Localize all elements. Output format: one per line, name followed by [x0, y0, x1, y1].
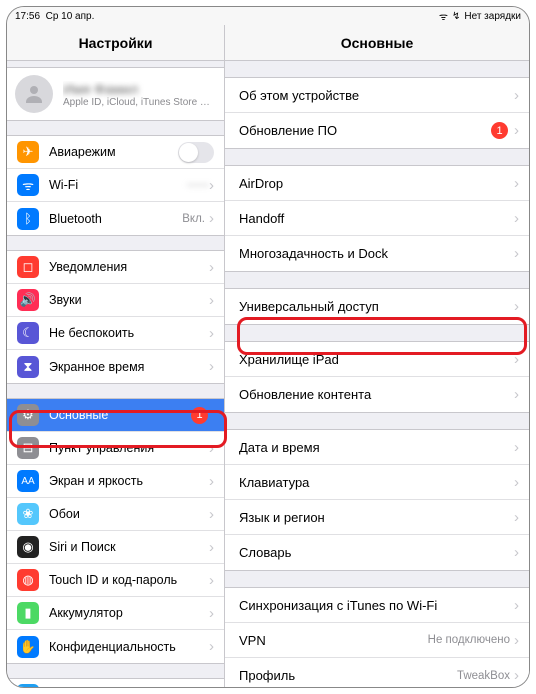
display-icon: AA — [17, 470, 39, 492]
airplane-toggle[interactable] — [178, 142, 214, 163]
itunes-sync-row[interactable]: Синхронизация с iTunes по Wi-Fi› — [225, 588, 529, 623]
general-row[interactable]: ⚙Основные1 — [7, 399, 224, 432]
wifi-row[interactable]: ᯤWi-Fi——› — [7, 169, 224, 202]
handoff-row[interactable]: Handoff› — [225, 201, 529, 236]
appstore-row[interactable]: ⒶiTunes Store и App Store› — [7, 679, 224, 687]
wifi-icon: ᯤ — [439, 9, 448, 23]
airplane-icon: ✈ — [17, 141, 39, 163]
appstore-icon: Ⓐ — [17, 684, 39, 687]
wallpaper-row[interactable]: ❀Обои› — [7, 498, 224, 531]
avatar — [15, 75, 53, 113]
battery-icon: ▮ — [17, 602, 39, 624]
airdrop-row[interactable]: AirDrop› — [225, 166, 529, 201]
language-row[interactable]: Язык и регион› — [225, 500, 529, 535]
siri-icon: ◉ — [17, 536, 39, 558]
settings-title: Настройки — [7, 25, 224, 61]
notifications-row[interactable]: ◻Уведомления› — [7, 251, 224, 284]
about-row[interactable]: Об этом устройстве› — [225, 78, 529, 113]
sliders-icon: ⊟ — [17, 437, 39, 459]
dictionary-row[interactable]: Словарь› — [225, 535, 529, 570]
hand-icon: ✋ — [17, 636, 39, 658]
update-row[interactable]: Обновление ПО1› — [225, 113, 529, 148]
siri-row[interactable]: ◉Siri и Поиск› — [7, 531, 224, 564]
dnd-row[interactable]: ☾Не беспокоить› — [7, 317, 224, 350]
keyboard-row[interactable]: Клавиатура› — [225, 465, 529, 500]
status-bar: 17:56 Ср 10 апр. ᯤ↯Нет зарядки — [7, 7, 529, 25]
airplane-row[interactable]: ✈Авиарежим — [7, 136, 224, 169]
sounds-row[interactable]: 🔊Звуки› — [7, 284, 224, 317]
accessibility-row[interactable]: Универсальный доступ› — [225, 289, 529, 324]
screentime-row[interactable]: ⧗Экранное время› — [7, 350, 224, 383]
speaker-icon: 🔊 — [17, 289, 39, 311]
hourglass-icon: ⧗ — [17, 356, 39, 378]
control-center-row[interactable]: ⊟Пункт управления› — [7, 432, 224, 465]
flower-icon: ❀ — [17, 503, 39, 525]
general-title: Основные — [225, 25, 529, 61]
profile-row[interactable]: ПрофильTweakBox› — [225, 658, 529, 687]
apple-id-row[interactable]: Имя ФамилApple ID, iCloud, iTunes Store … — [7, 68, 224, 120]
chevron-icon: › — [209, 177, 214, 194]
privacy-row[interactable]: ✋Конфиденциальность› — [7, 630, 224, 663]
content-refresh-row[interactable]: Обновление контента› — [225, 377, 529, 412]
badge: 1 — [491, 122, 508, 139]
bluetooth-row[interactable]: ᛒBluetoothВкл.› — [7, 202, 224, 235]
vpn-row[interactable]: VPNНе подключено› — [225, 623, 529, 658]
battery-row[interactable]: ▮Аккумулятор› — [7, 597, 224, 630]
moon-icon: ☾ — [17, 322, 39, 344]
display-row[interactable]: AAЭкран и яркость› — [7, 465, 224, 498]
wifi-icon: ᯤ — [17, 174, 39, 196]
multitask-row[interactable]: Многозадачность и Dock› — [225, 236, 529, 271]
datetime-row[interactable]: Дата и время› — [225, 430, 529, 465]
bluetooth-icon: ᛒ — [17, 208, 39, 230]
touchid-row[interactable]: ◍Touch ID и код-пароль› — [7, 564, 224, 597]
gear-icon: ⚙ — [17, 404, 39, 426]
storage-row[interactable]: Хранилище iPad› — [225, 342, 529, 377]
badge: 1 — [191, 407, 208, 424]
fingerprint-icon: ◍ — [17, 569, 39, 591]
bell-icon: ◻ — [17, 256, 39, 278]
